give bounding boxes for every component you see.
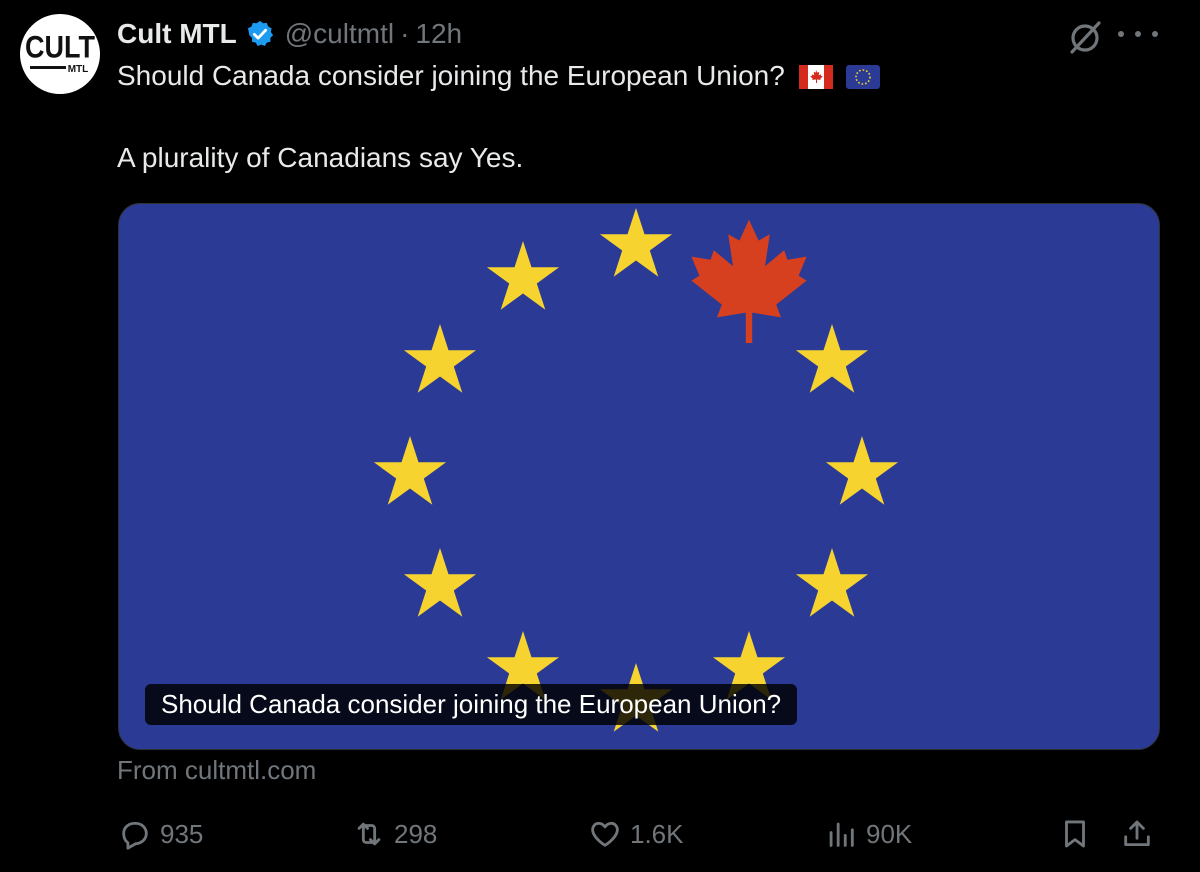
- more-options-icon[interactable]: [1118, 16, 1158, 52]
- action-bar: 935 298 1.6K 90K: [0, 810, 1200, 858]
- avatar-logo-subtext: MTL: [68, 64, 89, 75]
- repost-count: 298: [394, 818, 438, 849]
- avatar[interactable]: CULT MTL: [20, 14, 100, 94]
- bookmark-button[interactable]: [1058, 810, 1100, 858]
- media-card[interactable]: Should Canada consider joining the Europ…: [118, 203, 1160, 750]
- grok-icon[interactable]: [1066, 18, 1104, 56]
- tweet-text-line-1: Should Canada consider joining the Europ…: [117, 60, 881, 92]
- repost-button[interactable]: 298: [352, 810, 437, 858]
- eu-flag-icon: [846, 64, 881, 89]
- like-button[interactable]: 1.6K: [588, 810, 684, 858]
- canada-flag-icon: [798, 64, 833, 89]
- views-count: 90K: [866, 818, 913, 849]
- verified-badge-icon: [245, 19, 275, 49]
- author-handle[interactable]: @cultmtl: [285, 18, 394, 50]
- header-separator: ·: [400, 18, 410, 49]
- reply-count: 935: [160, 818, 204, 849]
- analytics-icon: [829, 822, 854, 847]
- author-name[interactable]: Cult MTL: [117, 18, 237, 50]
- heart-icon: [591, 821, 619, 847]
- link-source[interactable]: From cultmtl.com: [117, 755, 316, 786]
- tweet-text-line-2: A plurality of Canadians say Yes.: [117, 142, 524, 173]
- eu-canada-flag-image: [119, 204, 1159, 749]
- tweet-timestamp[interactable]: 12h: [415, 18, 462, 50]
- tweet-header: Cult MTL @cultmtl · 12h: [117, 14, 462, 54]
- flag-background: [119, 204, 1159, 749]
- tweet-text: Should Canada consider joining the Europ…: [117, 60, 785, 91]
- media-caption: Should Canada consider joining the Europ…: [145, 684, 798, 725]
- share-button[interactable]: [1120, 810, 1162, 858]
- bookmark-icon: [1065, 820, 1085, 848]
- share-icon: [1124, 820, 1150, 847]
- repost-icon: [357, 822, 381, 846]
- avatar-logo-text: CULT: [25, 31, 95, 65]
- views-button[interactable]: 90K: [824, 810, 912, 858]
- like-count: 1.6K: [630, 818, 684, 849]
- reply-button[interactable]: 935: [118, 810, 203, 858]
- reply-icon: [122, 821, 148, 850]
